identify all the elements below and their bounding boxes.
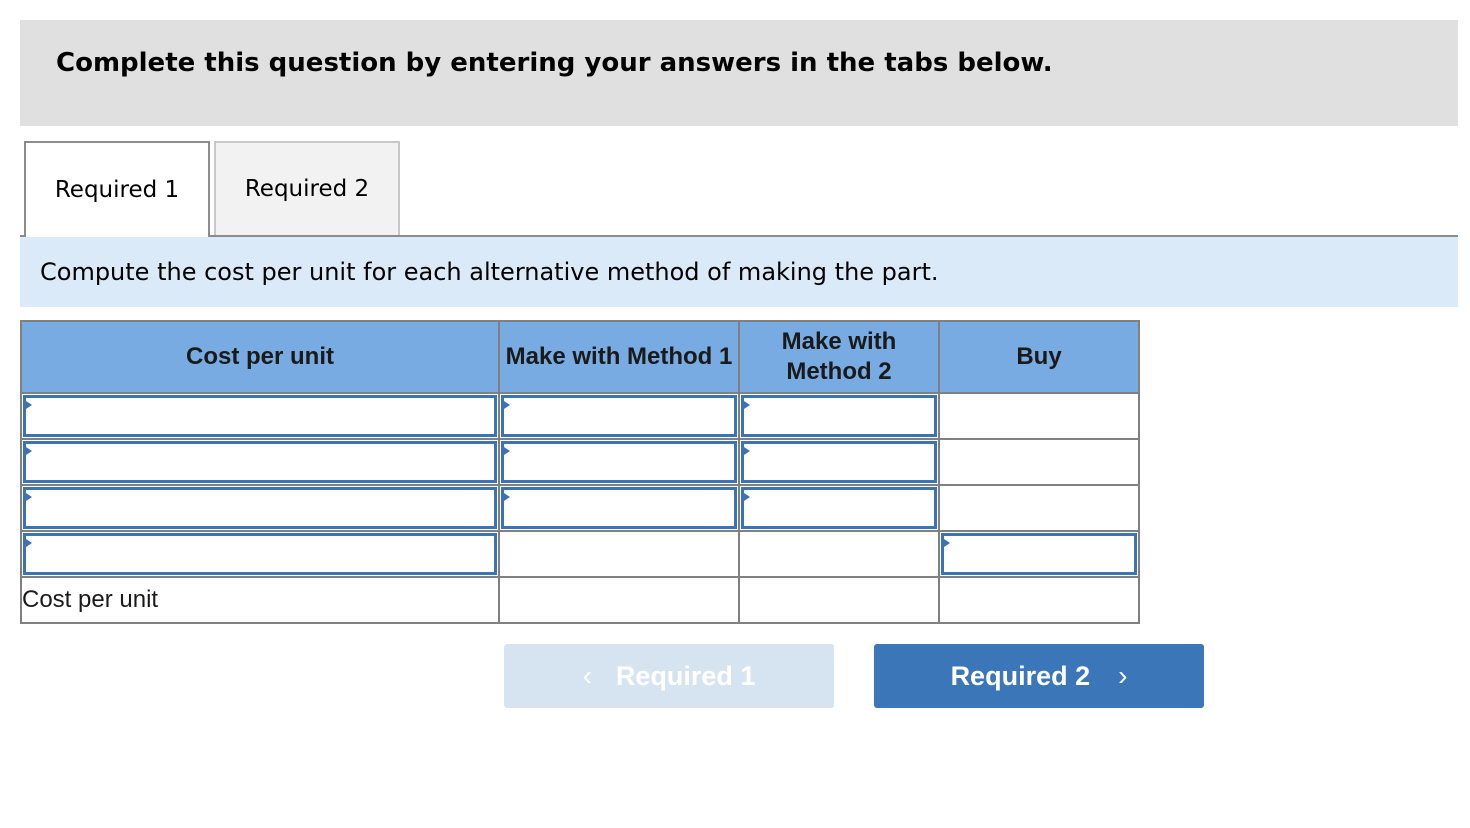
row-1-label-select[interactable]: [23, 395, 497, 437]
total-method-1-cell: [498, 576, 740, 624]
prev-button-label: Required 1: [615, 660, 756, 691]
total-buy-cell: [938, 576, 1140, 624]
row-1-method-1-select[interactable]: [501, 395, 737, 437]
banner-text: Complete this question by entering your …: [56, 48, 1053, 78]
table-row: [20, 484, 1140, 532]
row-3-label-select[interactable]: [23, 487, 497, 529]
row-3-buy-cell: [938, 484, 1140, 532]
row-1-method-2-select[interactable]: [741, 395, 937, 437]
header-method-1: Make with Method 1: [498, 320, 740, 394]
row-2-method-2-select[interactable]: [741, 441, 937, 483]
table-row: [20, 392, 1140, 440]
chevron-left-icon: ‹: [582, 660, 592, 691]
row-2-method-1-select[interactable]: [501, 441, 737, 483]
header-cost-per-unit: Cost per unit: [20, 320, 500, 394]
row-3-method-1-select[interactable]: [501, 487, 737, 529]
cost-table: Cost per unit Make with Method 1 Make wi…: [20, 320, 1140, 624]
row-2-buy-cell: [938, 438, 1140, 486]
row-4-buy-select[interactable]: [941, 533, 1137, 575]
table-row: [20, 438, 1140, 486]
row-4-method-2-cell: [738, 530, 940, 578]
header-buy: Buy: [938, 320, 1140, 394]
row-2-label-select[interactable]: [23, 441, 497, 483]
total-method-2-cell: [738, 576, 940, 624]
total-label: Cost per unit: [20, 576, 500, 624]
chevron-right-icon: ›: [1118, 660, 1128, 691]
instruction-text: Compute the cost per unit for each alter…: [40, 258, 939, 286]
row-4-label-select[interactable]: [23, 533, 497, 575]
tab-required-2[interactable]: Required 2: [214, 141, 400, 235]
total-row: Cost per unit: [20, 576, 1140, 624]
row-1-buy-cell: [938, 392, 1140, 440]
prev-required-1-button[interactable]: ‹ Required 1: [504, 644, 834, 708]
row-4-method-1-cell: [498, 530, 740, 578]
table-header-row: Cost per unit Make with Method 1 Make wi…: [20, 320, 1140, 394]
instruction-box: Compute the cost per unit for each alter…: [20, 237, 1458, 307]
row-3-method-2-select[interactable]: [741, 487, 937, 529]
next-button-label: Required 2: [950, 660, 1091, 691]
table-row: [20, 530, 1140, 578]
tab-required-1[interactable]: Required 1: [24, 141, 210, 237]
instructions-banner: Complete this question by entering your …: [20, 20, 1458, 126]
header-method-2: Make with Method 2: [738, 320, 940, 394]
next-required-2-button[interactable]: Required 2 ›: [874, 644, 1204, 708]
tab-bar: Required 1 Required 2: [20, 141, 1458, 237]
